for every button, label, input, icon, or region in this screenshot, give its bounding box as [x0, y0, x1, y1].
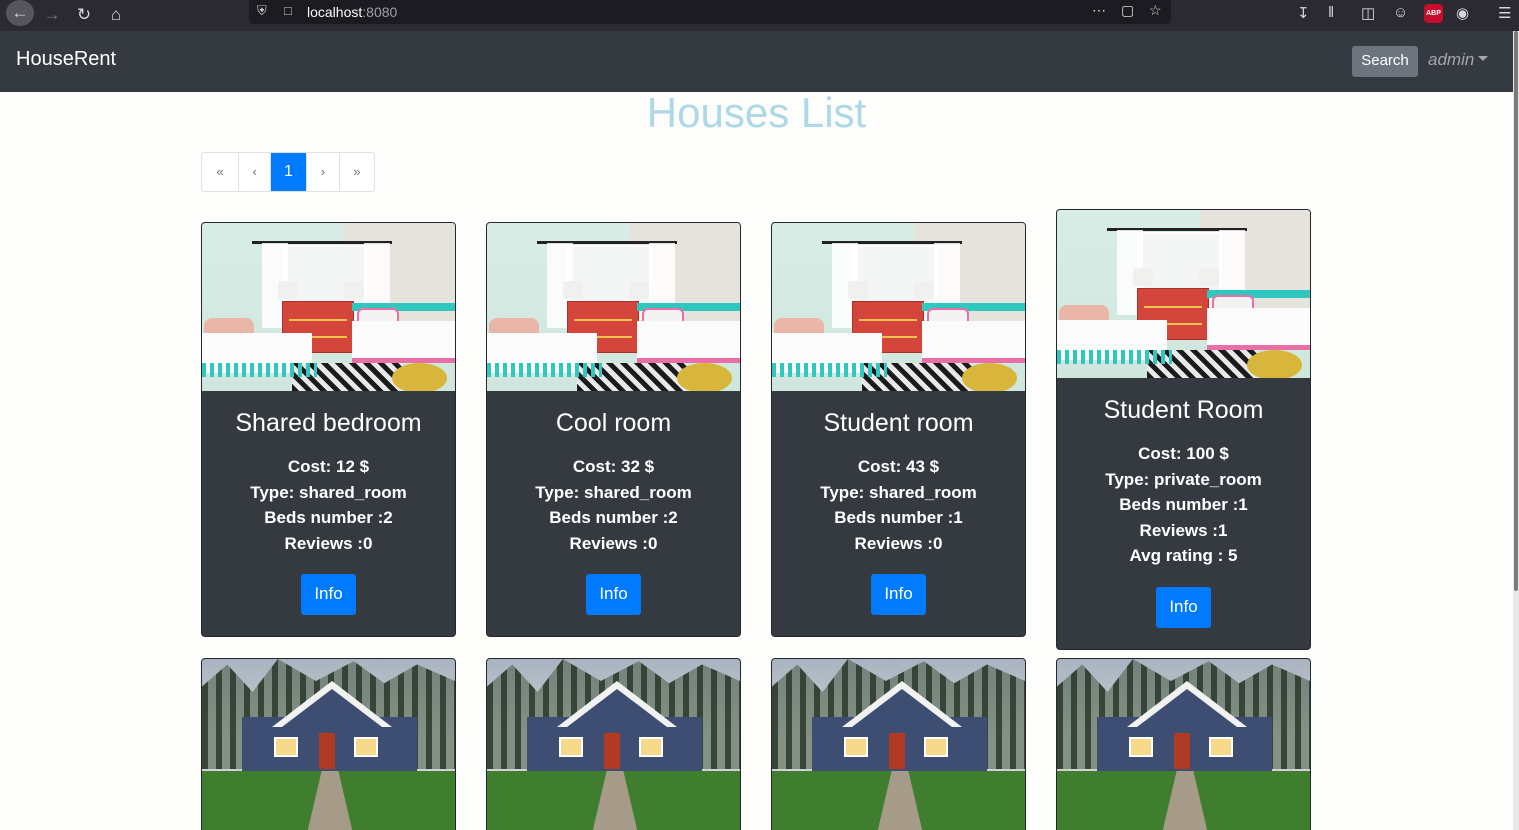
house-type: Type: shared_room	[535, 482, 692, 502]
house-beds: Beds number :1	[1119, 495, 1248, 514]
site-navbar: HouseRent Search admin	[0, 31, 1513, 92]
forward-arrow-icon[interactable]: →	[40, 3, 64, 27]
info-button[interactable]: Info	[1156, 586, 1211, 628]
sidebar-icon[interactable]: ◫	[1361, 4, 1375, 22]
caret-down-icon	[1478, 56, 1489, 61]
house-card	[1056, 658, 1311, 830]
page-last-link[interactable]: »	[339, 153, 374, 191]
house-title: Student room	[823, 409, 974, 437]
house-rating: Avg rating : 5	[1129, 546, 1238, 565]
house-card: Cool room Cost: 32 $ Type: shared_room B…	[486, 222, 741, 637]
house-reviews: Reviews :1	[1139, 520, 1228, 540]
house-photo	[487, 223, 740, 391]
info-button[interactable]: Info	[586, 574, 641, 615]
house-card	[771, 658, 1026, 830]
search-button[interactable]: Search	[1352, 46, 1418, 77]
adblock-icon[interactable]: ABP	[1424, 4, 1443, 23]
house-reviews: Reviews :0	[854, 533, 943, 553]
pagination: « ‹ 1 › »	[201, 152, 375, 192]
page-scrollbar[interactable]	[1513, 31, 1519, 830]
browser-toolbar: ← → ↻ ⌂ ⛨ □ localhost:8080 ⋯ ▢ ☆ ↧ ‖ ◫ ☺…	[0, 0, 1519, 31]
house-type: Type: shared_room	[820, 482, 977, 502]
house-cost: Cost: 12 $	[287, 457, 370, 476]
page-prev-link[interactable]: ‹	[238, 153, 270, 191]
house-photo	[772, 659, 1025, 830]
house-title: Cool room	[555, 409, 672, 437]
page-next-link[interactable]: ›	[306, 153, 339, 191]
info-button[interactable]: Info	[871, 574, 926, 615]
house-photo	[202, 659, 455, 830]
house-type: Type: private_room	[1105, 469, 1262, 489]
house-photo	[1057, 210, 1310, 378]
house-reviews: Reviews :0	[569, 533, 658, 553]
house-beds: Beds number :2	[549, 508, 678, 527]
house-photo	[202, 223, 455, 391]
page-info-icon[interactable]: □	[284, 3, 292, 18]
house-cost: Cost: 32 $	[572, 457, 655, 476]
house-title: Shared bedroom	[235, 409, 422, 437]
menu-icon[interactable]: ☰	[1498, 4, 1511, 22]
house-beds: Beds number :2	[264, 508, 393, 527]
address-bar[interactable]: ⛨ □ localhost:8080 ⋯ ▢ ☆	[249, 0, 1171, 24]
tracking-shield-icon[interactable]: ⛨	[257, 3, 267, 19]
downloads-icon[interactable]: ↧	[1297, 4, 1310, 22]
house-card: Student room Cost: 43 $ Type: shared_roo…	[771, 222, 1026, 637]
house-type: Type: shared_room	[250, 482, 407, 502]
house-cost: Cost: 100 $	[1138, 444, 1229, 463]
library-icon[interactable]: ‖	[1328, 4, 1334, 21]
brand-link[interactable]: HouseRent	[16, 48, 116, 71]
house-beds: Beds number :1	[834, 508, 963, 527]
house-card: Shared bedroom Cost: 12 $ Type: shared_r…	[201, 222, 456, 637]
bookmark-star-icon[interactable]: ☆	[1149, 2, 1162, 19]
page-actions-icon[interactable]: ⋯	[1092, 2, 1106, 19]
home-icon[interactable]: ⌂	[104, 3, 128, 27]
house-card	[486, 658, 741, 830]
house-photo	[1057, 659, 1310, 830]
url-text[interactable]: localhost:8080	[307, 4, 397, 20]
house-reviews: Reviews :0	[284, 533, 373, 553]
scrollbar-thumb[interactable]	[1514, 31, 1518, 591]
pocket-icon[interactable]: ▢	[1121, 2, 1134, 19]
user-dropdown[interactable]: admin	[1428, 50, 1489, 70]
back-arrow-icon[interactable]: ←	[6, 0, 34, 26]
info-button[interactable]: Info	[301, 574, 356, 615]
page-first-link[interactable]: «	[202, 153, 238, 191]
page-current[interactable]: 1	[270, 153, 306, 191]
house-card	[201, 658, 456, 830]
house-title: Student Room	[1103, 396, 1264, 424]
page-title: Houses List	[646, 89, 867, 136]
extension-icon[interactable]: ◉	[1456, 4, 1469, 22]
account-icon[interactable]: ☺	[1393, 4, 1408, 21]
reload-icon[interactable]: ↻	[72, 3, 96, 27]
house-card: Student Room Cost: 100 $ Type: private_r…	[1056, 209, 1311, 650]
house-photo	[772, 223, 1025, 391]
user-name: admin	[1428, 50, 1475, 69]
house-cost: Cost: 43 $	[857, 457, 940, 476]
house-photo	[487, 659, 740, 830]
